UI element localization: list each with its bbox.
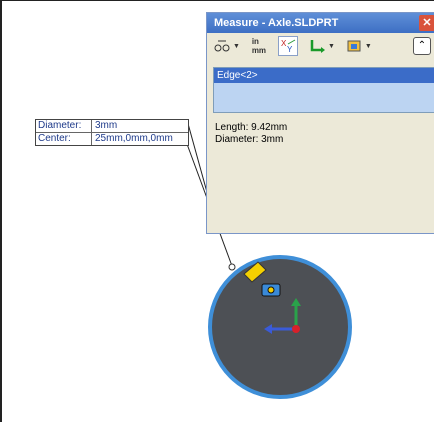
dropdown-arrow-icon: ▼	[364, 42, 372, 50]
dialog-titlebar[interactable]: Measure - Axle.SLDPRT ✕	[207, 13, 434, 33]
dialog-title: Measure - Axle.SLDPRT	[214, 17, 339, 29]
close-button[interactable]: ✕	[419, 15, 434, 31]
show-xyz-measurements-icon: XY	[277, 36, 298, 56]
measure-toolbar: ▼ in mm XY ▼ ▼	[207, 33, 434, 59]
measure-results: Length: 9.42mm Diameter: 3mm	[215, 122, 287, 146]
projection-icon	[345, 37, 363, 55]
edge-pick-point	[228, 263, 236, 271]
selected-circular-edge[interactable]	[208, 255, 352, 399]
dropdown-arrow-icon: ▼	[327, 42, 335, 50]
units-button[interactable]: in mm	[248, 36, 270, 56]
xyz-button[interactable]: XY	[276, 36, 300, 56]
measure-dialog[interactable]: Measure - Axle.SLDPRT ✕ ▼ in mm XY ▼ ▼ ⌃…	[206, 12, 434, 234]
selection-item[interactable]: Edge<2>	[214, 68, 434, 83]
collapse-button[interactable]: ⌃	[413, 37, 431, 55]
arc-options-button[interactable]: ▼	[211, 36, 242, 56]
point-to-point-button[interactable]: ▼	[306, 36, 337, 56]
svg-text:Y: Y	[287, 45, 293, 54]
units-icon: in mm	[251, 37, 267, 55]
projection-button[interactable]: ▼	[343, 36, 374, 56]
result-diameter: Diameter: 3mm	[215, 134, 284, 145]
result-length: Length: 9.42mm	[215, 122, 288, 133]
arc-circle-options-icon	[213, 37, 231, 55]
selection-list[interactable]: Edge<2>	[213, 67, 434, 113]
dropdown-arrow-icon: ▼	[233, 42, 240, 50]
point-to-point-icon	[308, 37, 326, 55]
